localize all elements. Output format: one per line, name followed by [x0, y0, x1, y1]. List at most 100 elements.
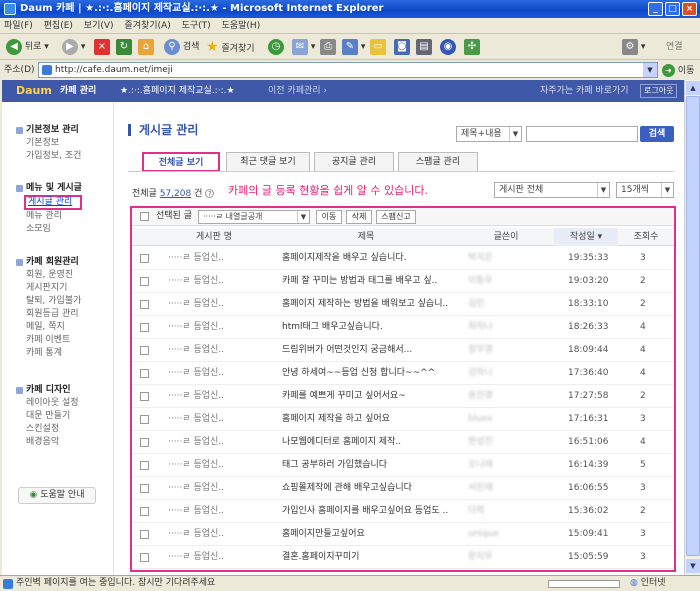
sidebar-item-withdraw[interactable]: 탈퇴, 가입불가: [16, 295, 81, 308]
menu-file[interactable]: 파일(F): [0, 21, 37, 31]
cafe-name[interactable]: ★.:·:.홈페이지 제작교실.:·:.★: [120, 80, 235, 102]
sidebar-item-event[interactable]: 카페 이벤트: [16, 334, 81, 347]
board-select[interactable]: 게시판 전체 ▼: [494, 182, 610, 198]
per-page-select[interactable]: 15개씩 ▼: [616, 182, 674, 198]
row-board[interactable]: ·····ㄹ 등업신..: [168, 431, 224, 454]
table-row[interactable]: ·····ㄹ 등업신.. 카페를 예쁘게 꾸미고 싶어서요~ 윤진경 17:27:58…: [132, 385, 674, 408]
row-subject[interactable]: 홈페이지제작을 배우고 싶습니다.: [282, 247, 460, 270]
table-row[interactable]: ·····ㄹ 등업신.. 홈페이지 제작하는 방법을 배워보고 싶습니.. 김민 18…: [132, 293, 674, 316]
scroll-down-icon[interactable]: ▼: [686, 559, 700, 573]
row-checkbox[interactable]: [140, 346, 149, 355]
toolbar-addon-button[interactable]: ✣: [464, 38, 480, 56]
row-subject[interactable]: 결혼.홈페이지꾸미기: [282, 546, 460, 569]
row-checkbox[interactable]: [140, 392, 149, 401]
row-checkbox[interactable]: [140, 323, 149, 332]
sidebar-item-mail[interactable]: 메일, 쪽지: [16, 321, 81, 334]
vertical-scrollbar[interactable]: ▲ ▼: [684, 80, 700, 575]
toolbar-extra-button[interactable]: ◉: [440, 38, 456, 56]
row-checkbox[interactable]: [140, 484, 149, 493]
row-checkbox[interactable]: [140, 530, 149, 539]
row-board[interactable]: ·····ㄹ 등업신..: [168, 477, 224, 500]
scroll-thumb[interactable]: [686, 96, 700, 556]
menu-view[interactable]: 보기(V): [80, 21, 118, 31]
row-subject[interactable]: 안녕 하세여~~등업 신청 합니다~~^^: [282, 362, 460, 385]
tab-notice[interactable]: 공지글 관리: [314, 152, 394, 172]
row-checkbox[interactable]: [140, 438, 149, 447]
row-author[interactable]: 김민: [468, 293, 485, 316]
row-checkbox[interactable]: [140, 415, 149, 424]
edit-button[interactable]: ✎ ▾: [342, 38, 365, 56]
sidebar-item-stats[interactable]: 카페 통계: [16, 347, 81, 360]
logout-button[interactable]: 로그아웃: [640, 84, 678, 98]
tab-all-posts[interactable]: 전체글 보기: [142, 152, 220, 172]
row-board[interactable]: ·····ㄹ 등업신..: [168, 500, 224, 523]
table-row[interactable]: ·····ㄹ 등업신.. 홈페이지 제작을 하고 싶어요 bluex 17:16:31…: [132, 408, 674, 431]
search-submit-button[interactable]: 검색: [640, 126, 674, 142]
row-board[interactable]: ·····ㄹ 등업신..: [168, 569, 224, 570]
row-board[interactable]: ·····ㄹ 등업신..: [168, 293, 224, 316]
row-author[interactable]: bluex: [468, 408, 493, 431]
back-button[interactable]: ◀ 뒤로 ▾: [6, 38, 49, 56]
spam-report-button[interactable]: 스팸신고: [376, 210, 416, 224]
mail-button[interactable]: ✉ ▾: [292, 38, 315, 56]
table-row[interactable]: ·····ㄹ 등업신.. 카페 잘 꾸미는 방법과 태그를 배우고 싶.. 이동우 1…: [132, 270, 674, 293]
menu-tools[interactable]: 도구(T): [178, 21, 215, 31]
row-checkbox[interactable]: [140, 507, 149, 516]
sidebar-item-group[interactable]: 소모임: [16, 223, 82, 236]
row-author[interactable]: 하나바다: [468, 569, 501, 570]
table-row[interactable]: ·····ㄹ 등업신.. 태그 공부하러 가입했습니다 오나래 16:14:39 5: [132, 454, 674, 477]
forward-button[interactable]: ▶ ▾: [62, 38, 85, 56]
media-button[interactable]: ▤: [416, 38, 432, 56]
row-checkbox[interactable]: [140, 277, 149, 286]
menu-favorites[interactable]: 즐겨찾기(A): [120, 21, 174, 31]
table-row[interactable]: ·····ㄹ 등업신.. 나모웹에디터로 홈페이지 제작.. 한성진 16:51:06…: [132, 431, 674, 454]
row-subject[interactable]: html태그 배우고싶습니다.: [282, 316, 460, 339]
go-button[interactable]: ➜ 이동: [662, 62, 694, 80]
col-author[interactable]: 글쓴이: [458, 228, 554, 246]
sidebar-item-layout[interactable]: 레이아웃 설정: [16, 397, 79, 410]
row-subject[interactable]: 가입인사 홈페이지를 배우고싶어요 등업도 ..: [282, 500, 460, 523]
row-subject[interactable]: 홈페이지 제작을 하고 싶어요: [282, 408, 460, 431]
row-author[interactable]: 이동우: [468, 270, 493, 293]
help-button[interactable]: ◉ 도움말 안내: [18, 487, 96, 504]
search-input[interactable]: [526, 126, 638, 142]
row-author[interactable]: 최하나: [468, 316, 493, 339]
minimize-button[interactable]: _: [648, 2, 663, 16]
row-board[interactable]: ·····ㄹ 등업신..: [168, 316, 224, 339]
row-subject[interactable]: 태그 공부하러 가입했습니다: [282, 454, 460, 477]
favorites-button[interactable]: ★ 즐겨찾기: [206, 38, 255, 56]
row-author[interactable]: 강하니: [468, 362, 493, 385]
count-link[interactable]: 57,208: [160, 189, 192, 199]
col-date[interactable]: 작성일 ▾: [554, 228, 618, 246]
row-subject[interactable]: 홈페이지 제작하는 방법을 배워보고 싶습니..: [282, 293, 460, 316]
table-row[interactable]: ·····ㄹ 등업신.. 홈페이지 호스팅에서 운영까지 배우고 싶어.. 하나바다…: [132, 569, 674, 570]
row-author[interactable]: 문지우: [468, 546, 493, 569]
close-button[interactable]: ×: [682, 2, 697, 16]
row-board[interactable]: ·····ㄹ 등업신..: [168, 454, 224, 477]
sidebar-item-post-admin[interactable]: 게시글 관리: [24, 195, 83, 210]
row-author[interactable]: 오나래: [468, 454, 493, 477]
col-subject[interactable]: 제목: [274, 228, 458, 246]
shortcut-link[interactable]: 자주가는 카페 바로가기: [540, 80, 629, 102]
prev-admin-link[interactable]: 이전 카페관리 ›: [268, 80, 327, 102]
history-button[interactable]: ◷: [268, 38, 284, 56]
address-dropdown-icon[interactable]: ▼: [643, 63, 657, 77]
col-board[interactable]: 게시판 명: [154, 228, 274, 246]
row-board[interactable]: ·····ㄹ 등업신..: [168, 523, 224, 546]
table-row[interactable]: ·····ㄹ 등업신.. 홈페이지제작을 배우고 싶습니다. 박지은 19:35:33…: [132, 247, 674, 270]
row-board[interactable]: ·····ㄹ 등업신..: [168, 362, 224, 385]
table-row[interactable]: ·····ㄹ 등업신.. 쇼핑몰제작에 관해 배우고싶습니다 서민재 16:06:55…: [132, 477, 674, 500]
row-subject[interactable]: 카페 잘 꾸미는 방법과 태그를 배우고 싶..: [282, 270, 460, 293]
row-checkbox[interactable]: [140, 369, 149, 378]
toolbar-options-button[interactable]: ⚙ ▾: [622, 38, 645, 56]
select-all-checkbox[interactable]: [140, 212, 149, 221]
row-author[interactable]: 박지은: [468, 247, 493, 270]
table-row[interactable]: ·····ㄹ 등업신.. html태그 배우고싶습니다. 최하나 18:26:33 4: [132, 316, 674, 339]
address-input[interactable]: http://cafe.daum.net/imeji ▼: [38, 62, 658, 78]
row-author[interactable]: 윤진경: [468, 385, 493, 408]
links-label[interactable]: 연결: [666, 38, 683, 56]
question-icon[interactable]: ?: [205, 189, 215, 198]
search-field-select[interactable]: 제목+내용 ▼: [456, 126, 522, 142]
row-board[interactable]: ·····ㄹ 등업신..: [168, 247, 224, 270]
menu-help[interactable]: 도움말(H): [218, 21, 265, 31]
